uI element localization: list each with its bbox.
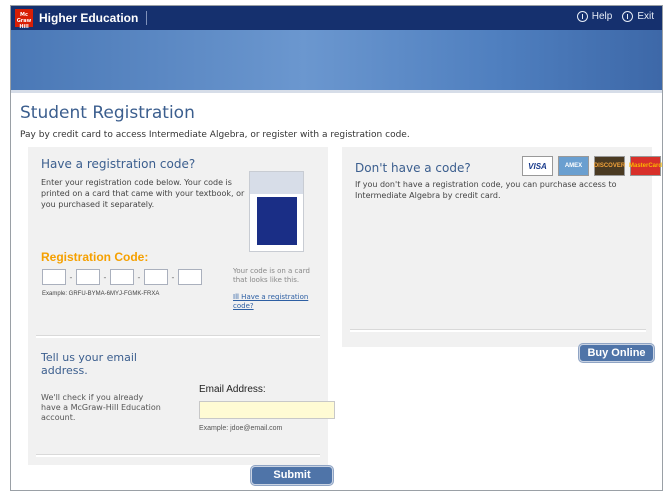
header-banner (11, 30, 662, 90)
thumbnail-caption: Your code is on a card that looks like t… (233, 267, 310, 284)
registration-code-help-link[interactable]: Ill Have a registration code? (233, 293, 323, 311)
discover-card-icon: DISCOVER (594, 156, 625, 176)
email-label: Email Address: (199, 384, 266, 395)
mcgraw-hill-logo-icon: Mc Graw Hill (15, 9, 33, 30)
code-dash: - (69, 272, 73, 282)
brand-name: Higher Education (39, 11, 139, 25)
visa-card-icon: VISA (522, 156, 553, 176)
email-heading: Tell us your email address. (41, 351, 137, 377)
section-divider (36, 335, 320, 338)
code-segment-3[interactable] (110, 269, 134, 285)
code-dash: - (103, 272, 107, 282)
page-intro: Pay by credit card to access Intermediat… (20, 130, 410, 140)
no-code-description: If you don't have a registration code, y… (355, 180, 617, 200)
brand-separator (146, 11, 148, 25)
top-bar: Mc Graw Hill Higher Education Help Exit (11, 6, 662, 30)
email-description: We'll check if you already have a McGraw… (41, 393, 161, 422)
code-example: Example: GRFU-BYMA-6MYJ-FGMK-FRXA (42, 291, 160, 297)
credit-card-logos: VISA AMEX DISCOVER MasterCard (522, 156, 662, 176)
have-code-description: Enter your registration code below. Your… (41, 178, 245, 209)
email-example: Example: jdoe@email.com (199, 425, 283, 432)
registration-code-inputs: - - - - (42, 269, 202, 285)
code-card-thumbnail (249, 171, 304, 252)
exit-link[interactable]: Exit (622, 11, 654, 22)
no-code-heading: Don't have a code? (355, 161, 471, 175)
app-window: Mc Graw Hill Higher Education Help Exit St… (10, 5, 663, 491)
section-divider (350, 329, 646, 332)
buy-online-button[interactable]: Buy Online (579, 344, 654, 362)
code-dash: - (137, 272, 141, 282)
code-segment-5[interactable] (178, 269, 202, 285)
code-segment-1[interactable] (42, 269, 66, 285)
help-label: Help (591, 11, 613, 22)
section-divider (36, 454, 320, 457)
thumbnail-header (250, 172, 303, 194)
purchase-panel: Don't have a code? VISA AMEX DISCOVER Ma… (342, 147, 662, 362)
brand: Mc Graw Hill Higher Education (15, 9, 148, 30)
exit-label: Exit (637, 11, 654, 22)
registration-code-label: Registration Code: (41, 250, 149, 264)
email-field[interactable] (199, 401, 335, 419)
info-icon (576, 11, 588, 22)
page-title: Student Registration (20, 103, 195, 123)
thumbnail-book-cover (257, 197, 297, 245)
mastercard-card-icon: MasterCard (629, 156, 662, 176)
code-segment-4[interactable] (144, 269, 168, 285)
amex-card-icon: AMEX (558, 156, 589, 176)
submit-button[interactable]: Submit (251, 466, 333, 485)
registration-code-panel: Have a registration code? Enter your reg… (28, 147, 335, 485)
help-link[interactable]: Help (576, 11, 613, 22)
banner-divider (11, 90, 662, 93)
code-dash: - (171, 272, 175, 282)
exit-icon (622, 11, 634, 22)
code-segment-2[interactable] (76, 269, 100, 285)
top-links: Help Exit (576, 11, 654, 22)
have-code-heading: Have a registration code? (41, 157, 196, 171)
